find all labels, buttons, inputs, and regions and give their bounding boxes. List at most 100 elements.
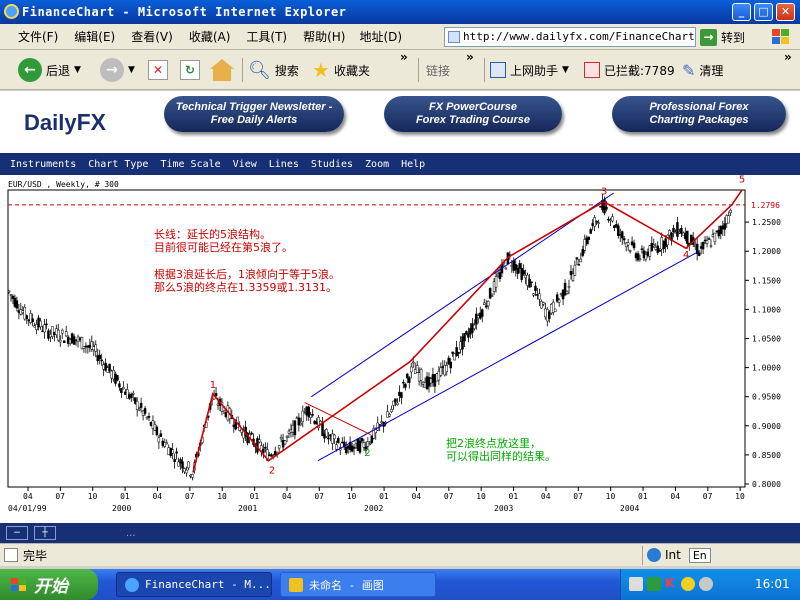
candle-body (619, 234, 622, 236)
minimize-button[interactable]: _ (732, 3, 751, 21)
menu-tools[interactable]: 工具(T) (238, 28, 295, 45)
close-button[interactable]: ✕ (776, 3, 795, 21)
nav-studies[interactable]: Studies (311, 159, 353, 170)
candle-body (17, 310, 21, 313)
crosshair-button[interactable]: ┼ (34, 526, 56, 540)
task-paint[interactable]: 未命名 - 画图 (280, 572, 436, 597)
candle-body (548, 311, 551, 319)
candle-body (575, 257, 579, 260)
candle-body (715, 230, 719, 233)
eurusd-chart[interactable]: EUR/USD , Weekly, # 300 1.2500 1.2000 1.15… (0, 175, 800, 513)
nav-chart-type[interactable]: Chart Type (88, 159, 148, 170)
candle-body (283, 440, 287, 445)
x-tick-label: 01 (509, 492, 519, 501)
candle-body (467, 333, 470, 338)
candle-body (490, 295, 494, 297)
menu-view[interactable]: 查看(V) (123, 28, 181, 45)
address-input[interactable]: http://www.dailyfx.com/FinanceChart. (444, 27, 696, 47)
nav-help[interactable]: Help (401, 159, 425, 170)
candle-body (394, 398, 397, 403)
candle-body (461, 336, 464, 350)
menu-file[interactable]: 文件(F) (10, 28, 66, 45)
y-tick-label: 0.8000 (752, 480, 781, 489)
nav-lines[interactable]: Lines (269, 159, 299, 170)
menu-help[interactable]: 帮助(H) (295, 28, 353, 45)
nav-instruments[interactable]: Instruments (10, 159, 76, 170)
tray-icon[interactable] (629, 577, 643, 591)
task-financechart[interactable]: FinanceChart - M... (116, 572, 272, 597)
candle-body (362, 442, 366, 448)
candle-body (477, 315, 480, 319)
chart-title: EUR/USD , Weekly, # 300 (8, 180, 119, 189)
candle-body (297, 417, 301, 426)
back-button[interactable]: ← 后退 ▼ (18, 57, 81, 83)
candle-body (583, 239, 587, 251)
links-label[interactable]: 链接 (426, 57, 450, 83)
helper-button[interactable]: 上网助手 ▼ (490, 57, 569, 83)
candle-body (327, 437, 330, 440)
candle-body (400, 392, 403, 399)
windows-logo-icon (11, 577, 26, 591)
wave-label: 5 (739, 175, 745, 186)
refresh-button[interactable]: ↻ (180, 57, 200, 83)
banner-line: Technical Trigger Newsletter - (175, 101, 333, 113)
candle-body (638, 258, 642, 260)
zoom-out-button[interactable]: − (6, 526, 28, 540)
forward-button[interactable]: → ▼ (100, 57, 135, 83)
candle-body (70, 333, 74, 344)
home-button[interactable] (210, 57, 234, 83)
stop-button[interactable]: ✕ (148, 57, 168, 83)
chevron-more-icon[interactable]: » (466, 50, 474, 64)
menu-favorites[interactable]: 收藏(A) (181, 28, 239, 45)
menu-edit[interactable]: 编辑(E) (66, 28, 123, 45)
banner-powercourse[interactable]: FX PowerCourse Forex Trading Course (384, 96, 562, 132)
current-price-label: 1.2796 (751, 201, 780, 210)
language-indicator[interactable]: En (688, 547, 711, 563)
candle-body (15, 300, 19, 309)
status-text: 完毕 (23, 548, 48, 563)
candle-body (293, 420, 297, 436)
candle-body (620, 231, 624, 239)
start-button[interactable]: 开始 (0, 569, 98, 600)
speaker-icon[interactable] (699, 577, 713, 591)
candle-body (721, 225, 725, 230)
favorites-button[interactable]: ★ 收藏夹 (312, 57, 370, 83)
tray-icon[interactable] (681, 577, 695, 591)
chevron-more-icon[interactable]: » (784, 50, 792, 64)
nav-view[interactable]: View (233, 159, 257, 170)
candle-body (33, 325, 36, 328)
banner-line: FX PowerCourse (428, 101, 518, 113)
x-tick-label: 04 (541, 492, 551, 501)
go-button[interactable]: → 转到 (700, 27, 756, 47)
banner-line: Forex Trading Course (415, 114, 531, 126)
candle-body (455, 347, 458, 357)
candle-body (648, 245, 652, 257)
tray-icon[interactable] (647, 577, 661, 591)
nav-zoom[interactable]: Zoom (365, 159, 389, 170)
window-title: FinanceChart - Microsoft Internet Explor… (22, 5, 347, 19)
candle-body (484, 305, 488, 308)
search-button[interactable]: 🔍︎ 搜索 (248, 57, 299, 83)
tray-icon[interactable]: K (665, 576, 674, 590)
chevron-more-icon[interactable]: » (400, 50, 408, 64)
banner-charting[interactable]: Professional Forex Charting Packages (612, 96, 786, 132)
candle-body (185, 469, 188, 474)
candle-body (151, 420, 155, 429)
candle-body (167, 447, 170, 456)
maximize-button[interactable]: □ (754, 3, 773, 21)
candle-body (396, 402, 399, 406)
banner-newsletter[interactable]: Technical Trigger Newsletter - Free Dail… (164, 96, 344, 132)
chart-area[interactable]: EUR/USD , Weekly, # 300 1.2500 1.2000 1.15… (0, 175, 800, 513)
dailyfx-logo[interactable]: DailyFX (24, 109, 106, 136)
candle-body (451, 351, 454, 354)
nav-time-scale[interactable]: Time Scale (160, 159, 220, 170)
candle-body (325, 429, 328, 437)
clean-button[interactable]: ✎ 清理 (682, 57, 723, 83)
toolbar-separator (242, 58, 243, 82)
blocked-button[interactable]: 已拦截:7789 (584, 57, 675, 83)
candle-body (118, 383, 121, 388)
address-url: http://www.dailyfx.com/FinanceChart. (463, 30, 696, 43)
candle-body (599, 206, 602, 208)
candle-body (544, 308, 547, 318)
candle-body (43, 324, 46, 333)
